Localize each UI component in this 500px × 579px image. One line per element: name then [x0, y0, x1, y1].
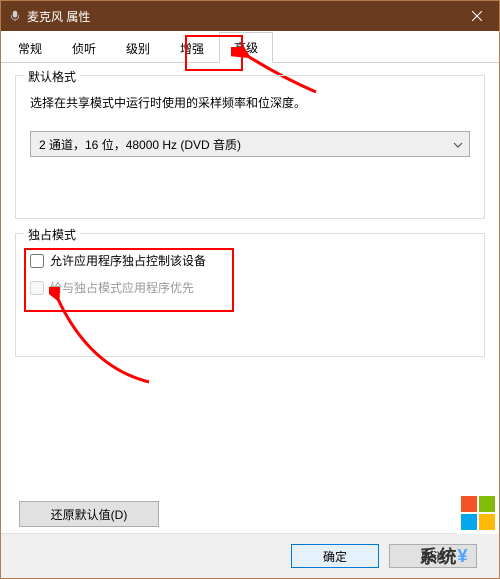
- logo-tile-blue: [461, 514, 477, 530]
- sample-rate-selected-value: 2 通道，16 位，48000 Hz (DVD 音质): [39, 136, 241, 153]
- group-default-format: 默认格式 选择在共享模式中运行时使用的采样频率和位深度。 2 通道，16 位，4…: [15, 75, 485, 219]
- tab-content-advanced: 默认格式 选择在共享模式中运行时使用的采样频率和位深度。 2 通道，16 位，4…: [1, 63, 499, 383]
- properties-dialog: 麦克风 属性 常规 侦听 级别 增强 高级 默认格式 选择在共享模式中运行时使用: [0, 0, 500, 579]
- checkbox-allow-exclusive-input[interactable]: [30, 254, 44, 268]
- default-format-description: 选择在共享模式中运行时使用的采样频率和位深度。: [30, 94, 470, 111]
- tab-general[interactable]: 常规: [3, 33, 57, 63]
- group-exclusive-mode: 独占模式 允许应用程序独占控制该设备 给与独占模式应用程序优先: [15, 233, 485, 357]
- tab-listen[interactable]: 侦听: [57, 33, 111, 63]
- chevron-down-icon: [453, 139, 463, 149]
- tab-advanced[interactable]: 高级: [219, 32, 273, 63]
- tab-level[interactable]: 级别: [111, 33, 165, 63]
- sample-rate-select[interactable]: 2 通道，16 位，48000 Hz (DVD 音质): [30, 131, 470, 157]
- window-title: 麦克风 属性: [27, 8, 90, 25]
- ok-button[interactable]: 确定: [291, 544, 379, 568]
- logo-tile-red: [461, 496, 477, 512]
- logo-tile-green: [479, 496, 495, 512]
- group-exclusive-mode-title: 独占模式: [24, 226, 80, 243]
- checkbox-exclusive-priority-label: 给与独占模式应用程序优先: [50, 279, 194, 296]
- tab-enhance[interactable]: 增强: [165, 33, 219, 63]
- checkbox-exclusive-priority: 给与独占模式应用程序优先: [30, 279, 470, 296]
- logo-tile-yellow: [479, 514, 495, 530]
- group-default-format-title: 默认格式: [24, 68, 80, 85]
- cancel-button[interactable]: 取消: [389, 544, 477, 568]
- watermark-logo-icon: [457, 492, 499, 534]
- restore-defaults-button[interactable]: 还原默认值(D): [19, 501, 159, 527]
- close-button[interactable]: [454, 1, 499, 31]
- tab-strip: 常规 侦听 级别 增强 高级: [1, 31, 499, 63]
- checkbox-allow-exclusive-label: 允许应用程序独占控制该设备: [50, 252, 206, 269]
- dialog-button-bar: 确定 取消: [1, 533, 499, 578]
- titlebar: 麦克风 属性: [1, 1, 499, 31]
- microphone-icon: [9, 10, 21, 22]
- checkbox-allow-exclusive[interactable]: 允许应用程序独占控制该设备: [30, 252, 470, 269]
- checkbox-exclusive-priority-input: [30, 281, 44, 295]
